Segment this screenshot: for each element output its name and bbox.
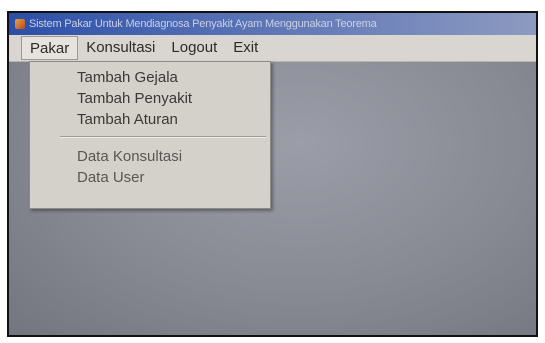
menu-konsultasi[interactable]: Konsultasi (78, 36, 163, 60)
menu-exit[interactable]: Exit (225, 36, 266, 60)
menu-item-tambah-aturan[interactable]: Tambah Aturan (30, 109, 270, 130)
menu-pakar[interactable]: Pakar (21, 36, 79, 60)
menu-item-data-user[interactable]: Data User (30, 167, 270, 188)
app-icon (15, 19, 25, 29)
menu-separator (60, 136, 266, 138)
menu-logout[interactable]: Logout (163, 36, 225, 60)
app-window: Sistem Pakar Untuk Mendiagnosa Penyakit … (7, 11, 538, 337)
menu-item-data-konsultasi[interactable]: Data Konsultasi (30, 146, 270, 167)
menu-item-tambah-gejala[interactable]: Tambah Gejala (30, 67, 270, 88)
title-bar[interactable]: Sistem Pakar Untuk Mendiagnosa Penyakit … (9, 13, 536, 35)
window-title: Sistem Pakar Untuk Mendiagnosa Penyakit … (29, 18, 377, 30)
pakar-dropdown-menu: Tambah Gejala Tambah Penyakit Tambah Atu… (29, 61, 271, 209)
menu-bar: Pakar Konsultasi Logout Exit (9, 35, 536, 62)
menu-item-tambah-penyakit[interactable]: Tambah Penyakit (30, 88, 270, 109)
